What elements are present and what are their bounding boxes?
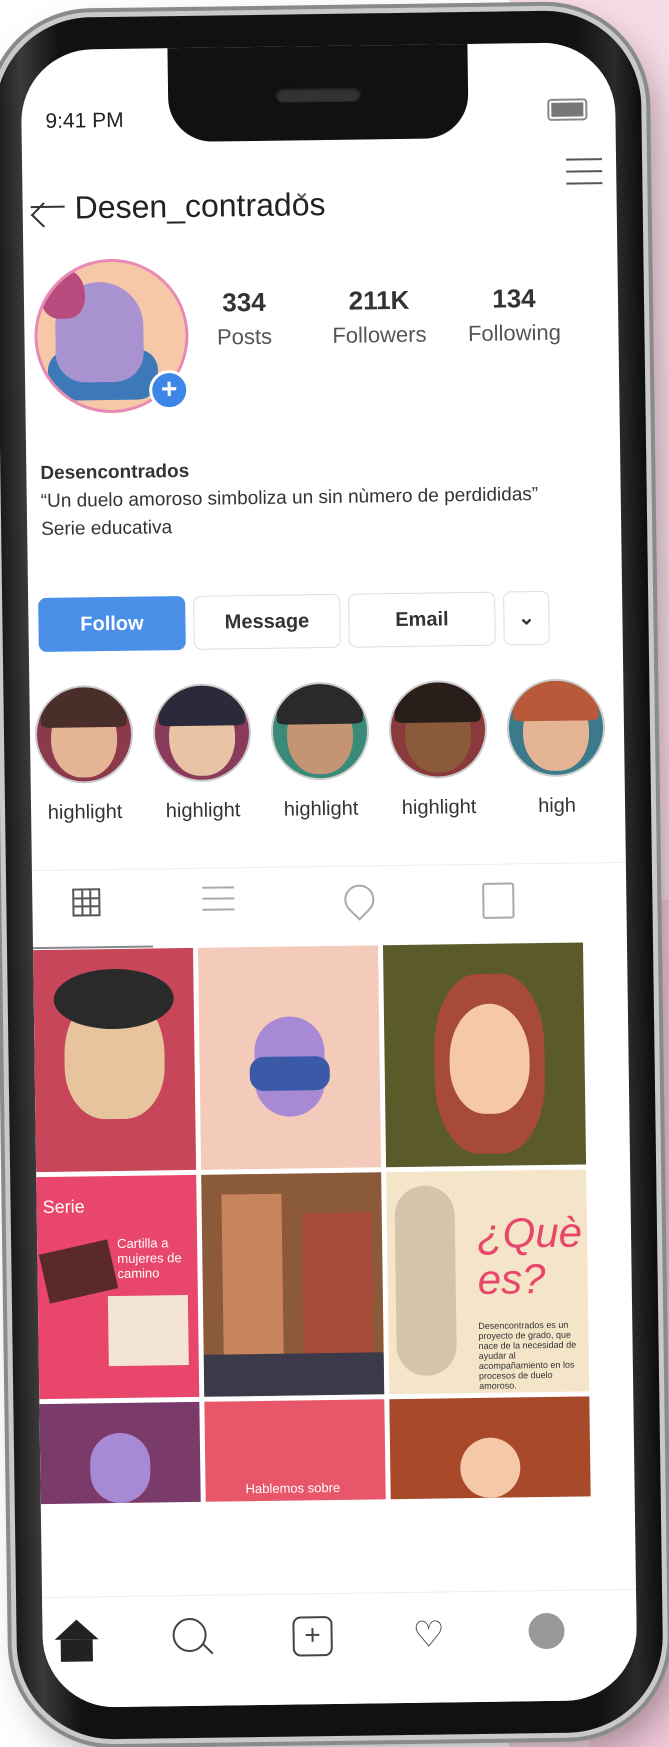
highlight-thumb bbox=[270, 681, 370, 781]
more-options-button[interactable]: ⌄ bbox=[503, 590, 550, 646]
highlight-label: high bbox=[537, 794, 577, 818]
battery-icon bbox=[547, 98, 588, 121]
post-art-sketch bbox=[394, 1185, 457, 1377]
post-art-character bbox=[89, 1432, 151, 1504]
status-time: 9:41 PM bbox=[45, 108, 124, 133]
post-art-building bbox=[221, 1193, 284, 1375]
notch bbox=[167, 41, 469, 143]
highlight-thumb bbox=[506, 678, 606, 778]
stat-followers[interactable]: 211K Followers bbox=[314, 284, 445, 349]
stat-following[interactable]: 134 Following bbox=[454, 283, 575, 348]
post-art-street bbox=[203, 1352, 385, 1397]
hamburger-menu-icon[interactable] bbox=[566, 158, 603, 188]
username-title[interactable]: Desen_contrados bbox=[74, 186, 325, 226]
stat-followers-label: Followers bbox=[332, 321, 427, 348]
post-thumbnail[interactable]: ¿Què es? Desencontrados es un proyecto d… bbox=[386, 1169, 590, 1395]
post-caption-desc: Desencontrados es un proyecto de grado, … bbox=[478, 1319, 577, 1391]
post-thumbnail[interactable] bbox=[198, 945, 382, 1170]
stat-posts[interactable]: 334 Posts bbox=[194, 286, 295, 350]
stat-following-count: 134 bbox=[492, 283, 536, 314]
search-icon[interactable] bbox=[172, 1617, 207, 1653]
highlight-hair bbox=[40, 686, 127, 729]
highlight-label: highlight bbox=[401, 795, 477, 819]
highlight-item[interactable]: high bbox=[505, 678, 607, 818]
phone-screen: 9:41 PM Desen_contrados ⌄ + 334 Posts 21… bbox=[20, 41, 638, 1709]
avatar-art-hat bbox=[40, 268, 86, 319]
profile-summary: + 334 Posts 211K Followers 134 Following bbox=[23, 242, 619, 430]
post-caption-que: ¿Què es? bbox=[476, 1208, 583, 1303]
bio-name: Desencontrados bbox=[40, 460, 190, 484]
phone-frame: 9:41 PM Desen_contrados ⌄ + 334 Posts 21… bbox=[0, 9, 664, 1741]
highlight-label: highlight bbox=[165, 799, 241, 823]
post-thumbnail[interactable] bbox=[201, 1172, 385, 1397]
post-caption-serie: Serie bbox=[42, 1196, 85, 1218]
highlight-hair bbox=[158, 685, 245, 727]
highlight-item[interactable]: highlight bbox=[33, 684, 135, 825]
stat-posts-count: 334 bbox=[222, 286, 266, 318]
list-icon[interactable] bbox=[202, 886, 243, 927]
post-thumbnail[interactable] bbox=[33, 947, 197, 1173]
highlight-thumb bbox=[152, 683, 252, 783]
grid-icon[interactable] bbox=[72, 888, 101, 917]
home-icon[interactable] bbox=[54, 1619, 99, 1640]
stat-following-label: Following bbox=[467, 319, 562, 347]
post-art-face bbox=[448, 1003, 531, 1115]
post-art-book bbox=[38, 1239, 119, 1304]
post-thumbnail[interactable] bbox=[39, 1401, 201, 1505]
bio-quote: “Un duelo amoroso simboliza un sin nùmer… bbox=[40, 484, 539, 512]
post-thumbnail[interactable]: Hablemos sobre bbox=[204, 1399, 386, 1502]
post-art-building bbox=[301, 1212, 374, 1374]
speaker-grille bbox=[274, 85, 362, 103]
bio-description: Serie educativa bbox=[41, 517, 173, 540]
post-art-sweater bbox=[249, 1056, 331, 1092]
content-tabs bbox=[31, 861, 627, 952]
bottom-navigation: + ♡ bbox=[42, 1588, 638, 1709]
add-story-icon[interactable]: + bbox=[148, 369, 190, 411]
heart-icon[interactable]: ♡ bbox=[412, 1613, 457, 1659]
stat-followers-count: 211K bbox=[348, 284, 410, 316]
tagged-icon[interactable] bbox=[482, 882, 515, 919]
add-post-icon[interactable]: + bbox=[292, 1616, 333, 1657]
chevron-down-icon[interactable]: ⌄ bbox=[292, 178, 311, 204]
highlight-item[interactable]: highlight bbox=[387, 679, 489, 820]
follow-button[interactable]: Follow bbox=[38, 595, 186, 653]
highlight-hair bbox=[276, 683, 363, 725]
profile-actions: Follow Message Email ⌄ bbox=[38, 590, 615, 654]
highlight-label: highlight bbox=[283, 797, 359, 821]
highlight-hair bbox=[512, 680, 599, 722]
highlight-item[interactable]: highlight bbox=[269, 681, 371, 821]
location-pin-icon[interactable] bbox=[338, 878, 381, 921]
post-thumbnail[interactable]: Serie Cartilla a mujeres de camino bbox=[36, 1174, 200, 1400]
profile-bio: Desencontrados “Un duelo amoroso simboli… bbox=[40, 452, 611, 544]
profile-header: Desen_contrados ⌄ bbox=[22, 152, 617, 240]
message-button[interactable]: Message bbox=[193, 593, 341, 650]
profile-nav-icon[interactable] bbox=[528, 1612, 565, 1650]
back-arrow-icon[interactable] bbox=[30, 205, 65, 209]
post-thumbnail[interactable] bbox=[389, 1396, 591, 1500]
highlight-thumb bbox=[34, 684, 134, 785]
post-thumbnail[interactable] bbox=[382, 942, 587, 1168]
stat-posts-label: Posts bbox=[216, 323, 273, 350]
post-caption-hablemos: Hablemos sobre bbox=[245, 1479, 341, 1497]
highlight-hair bbox=[394, 681, 481, 724]
highlight-thumb bbox=[388, 679, 488, 780]
post-art-face bbox=[459, 1437, 521, 1499]
highlight-item[interactable]: highlight bbox=[151, 683, 253, 823]
post-art-page bbox=[107, 1295, 189, 1367]
email-button[interactable]: Email bbox=[348, 591, 496, 648]
highlight-label: highlight bbox=[47, 800, 123, 824]
story-highlights: highlight highlight highlight highlight … bbox=[29, 678, 625, 856]
post-caption-cartilla: Cartilla a mujeres de camino bbox=[117, 1235, 182, 1281]
